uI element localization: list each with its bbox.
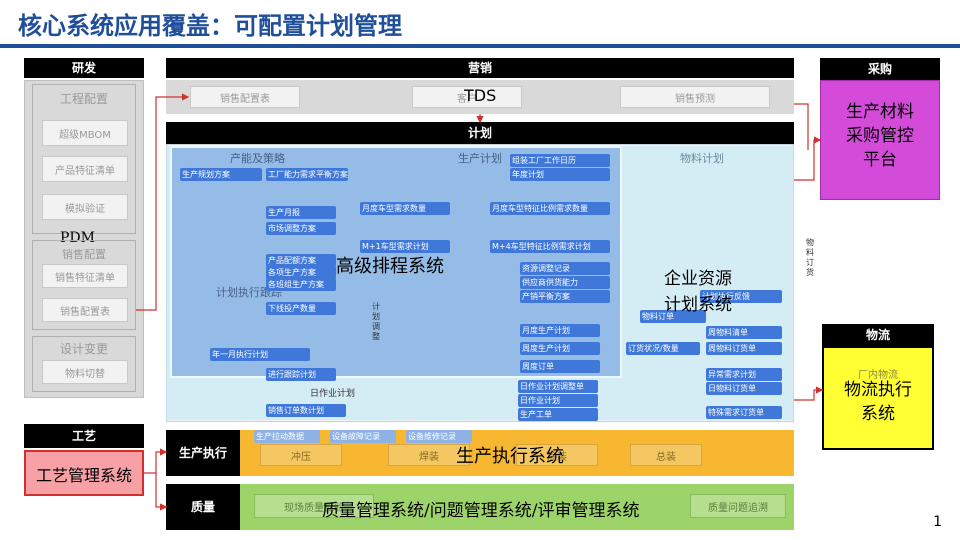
section-header-rnd: 研发 (24, 58, 144, 78)
mes-system-label: 生产执行系统 (456, 446, 564, 467)
col-production-label: 生产计划 (458, 152, 502, 165)
section-header-production: 生产执行 (166, 430, 240, 476)
plan-chip: 销售订单数计划 (266, 404, 346, 417)
col-strategy-label: 产能及策略 (230, 152, 285, 165)
plan-chip: 月度车型特征比例需求数量 (490, 202, 610, 215)
erp-system-line1: 企业资源 (664, 269, 732, 289)
design-change-label: 设计变更 (59, 342, 108, 356)
plan-chip: 市场调整方案 (266, 222, 336, 235)
plan-chip: 周度订单 (520, 360, 600, 373)
section-header-process: 工艺 (24, 424, 144, 448)
col-material-label: 物料计划 (680, 152, 724, 165)
sales-feature-list-box: 销售特征清单 (42, 264, 128, 288)
plan-chip: 日作业计划调整单 (518, 380, 598, 393)
section-header-plan: 计划 (166, 122, 794, 144)
plan-chip: 工厂能力需求平衡方案 (266, 168, 348, 181)
sales-config-label: 销售配置 (62, 248, 106, 261)
plan-chip: 生产工单 (518, 408, 598, 421)
srm-line3: 平台 (863, 150, 897, 170)
process-system-label: 工艺管理系统 (35, 466, 132, 485)
srm-line1: 生产材料 (846, 102, 914, 122)
section-header-marketing: 营销 (166, 58, 794, 78)
plan-chip: 生产月报 (266, 206, 336, 219)
engineering-config-label: 工程配置 (59, 92, 108, 106)
plan-to-logistics-arrow (794, 386, 824, 401)
plan-chip: 下线投产数量 (266, 302, 336, 315)
super-mbom-box: 超级MBOM (42, 120, 128, 146)
srm-line2: 采购管控 (846, 126, 914, 146)
tds-label: TDS (464, 86, 497, 105)
simulation-box: 模拟验证 (42, 194, 128, 220)
assembly-box: 总装 (630, 444, 702, 466)
material-switch-box: 物料切替 (42, 360, 128, 384)
press-box: 冲压 (260, 444, 342, 466)
material-order-vertical-label: 物料订货 (806, 238, 814, 277)
plan-chip: 订货状况/数量 (626, 342, 700, 355)
plan-chip: M+4车型特征比例需求计划 (490, 240, 610, 253)
les-line1: 物流执行 (844, 380, 912, 400)
plan-chip: 进行跟踪计划 (266, 368, 336, 381)
plan-adjust-vertical-label: 计划调整 (372, 302, 380, 341)
marketing-to-plan-line (794, 103, 809, 150)
section-header-logistics: 物流 (822, 324, 934, 346)
production-chip: 生产拉动数据 (254, 430, 320, 443)
plan-to-purchase-arrow (794, 136, 822, 181)
les-line2: 系统 (861, 404, 895, 424)
page-number: 1 (933, 514, 942, 530)
plan-chip: 年度计划 (510, 168, 610, 181)
les-system-label: 物流执行 系统 (822, 378, 934, 426)
sales-config-table-box: 销售配置表 (42, 298, 128, 322)
srm-system-label: 生产材料 采购管控 平台 (820, 100, 940, 172)
section-header-purchase: 采购 (820, 58, 940, 80)
plan-chip: 供应商供货能力 (520, 276, 610, 289)
page-title: 核心系统应用覆盖：可配置计划管理 (18, 12, 402, 40)
plan-chip: 周度生产计划 (520, 342, 600, 355)
erp-system-line2: 计划系统 (664, 295, 732, 315)
plan-chip: 年一月执行计划 (210, 348, 310, 361)
plan-chip: 月度车型需求数量 (360, 202, 450, 215)
daily-plan-label: 日作业计划 (310, 389, 356, 399)
product-features-box: 产品特征清单 (42, 156, 128, 182)
plan-chip: 月度生产计划 (520, 324, 600, 337)
plan-chip: 各班组生产方案 (266, 278, 336, 291)
plan-chip: 异常需求计划 (706, 368, 782, 381)
sales-forecast-box: 销售预测 (620, 86, 770, 108)
erp-system-label: 企业资源 计划系统 (664, 266, 732, 318)
plan-chip: 产销平衡方案 (520, 290, 610, 303)
plan-chip: 生产规划方案 (180, 168, 262, 181)
production-chip: 设备故障记录 (330, 430, 396, 443)
section-header-quality: 质量 (166, 484, 240, 530)
qms-system-label: 质量管理系统/问题管理系统/评审管理系统 (322, 501, 640, 521)
plan-chip: 特殊需求订货单 (706, 406, 782, 419)
plan-chip: 资源调整记录 (520, 262, 610, 275)
issue-trace-box: 质量问题追溯 (690, 494, 786, 518)
plan-chip: 组装工厂工作日历 (510, 154, 610, 167)
plan-chip: 周物料清单 (706, 326, 782, 339)
marketing-config-table-box: 销售配置表 (190, 86, 300, 108)
aps-system-label: 高级排程系统 (336, 256, 444, 277)
plan-chip: 周物料订货单 (706, 342, 782, 355)
plan-chip: 日作业计划 (518, 394, 598, 407)
process-to-quality-arrow (155, 473, 168, 511)
process-to-production-arrow (144, 448, 168, 474)
plan-chip: 日物料订货单 (706, 382, 782, 395)
title-underline (0, 44, 960, 48)
